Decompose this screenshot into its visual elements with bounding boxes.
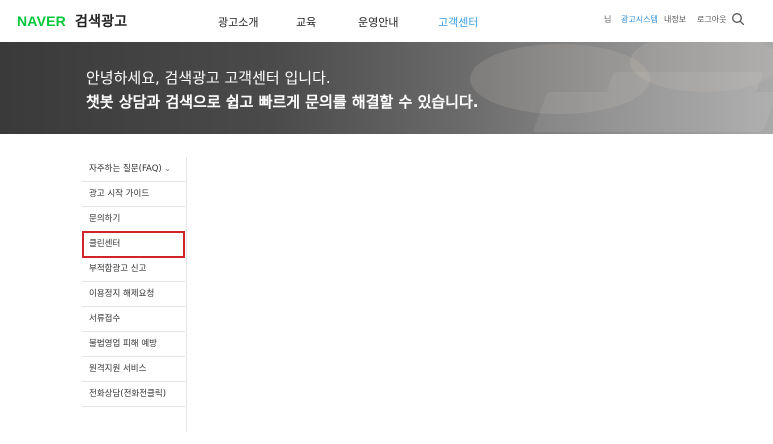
customer-center-sidebar: 자주하는 질문(FAQ) ⌄ 광고 시작 가이드 문의하기 클린센터 부적합광고…	[82, 157, 185, 407]
sidebar-item-label: 문의하기	[89, 214, 121, 224]
sidebar-item-label: 원격지원 서비스	[89, 364, 147, 374]
chevron-down-icon[interactable]: ⌄	[164, 157, 171, 181]
sidebar-item-document-submission[interactable]: 서류접수	[82, 307, 185, 332]
hero-banner: 안녕하세요, 검색광고 고객센터 입니다. 챗봇 상담과 검색으로 쉽고 빠르게…	[0, 42, 773, 134]
sidebar-item-clean-center[interactable]: 클린센터	[82, 232, 185, 257]
sidebar-item-label: 불법영업 피해 예방	[89, 339, 157, 349]
top-header: NAVER 검색광고 광고소개 교육 운영안내 고객센터 님 광고시스템 내정보…	[0, 0, 773, 42]
my-info-link[interactable]: 내정보	[664, 14, 686, 25]
sidebar-item-label: 자주하는 질문(FAQ)	[89, 164, 162, 174]
sidebar-item-report-improper-ad[interactable]: 부적합광고 신고	[82, 257, 185, 282]
sidebar-item-phone-consultation[interactable]: 전화상담(전화전클릭)	[82, 382, 185, 407]
logout-link[interactable]: 로그아웃	[697, 14, 726, 25]
hero-headline: 챗봇 상담과 검색으로 쉽고 빠르게 문의를 해결할 수 있습니다.	[86, 93, 479, 111]
user-suffix: 님	[604, 15, 612, 24]
sidebar-item-label: 이용정지 해제요청	[89, 289, 155, 299]
sidebar-item-suspension-release[interactable]: 이용정지 해제요청	[82, 282, 185, 307]
ad-system-link[interactable]: 광고시스템	[621, 14, 658, 25]
sidebar-item-ad-start-guide[interactable]: 광고 시작 가이드	[82, 182, 185, 207]
search-icon[interactable]	[731, 12, 745, 26]
sidebar-item-label: 부적합광고 신고	[89, 264, 147, 274]
sidebar-item-illegal-sales-prevention[interactable]: 불법영업 피해 예방	[82, 332, 185, 357]
sidebar-item-label: 전화상담(전화전클릭)	[89, 389, 167, 399]
hand-decoration	[470, 44, 650, 114]
sidebar-item-faq[interactable]: 자주하는 질문(FAQ) ⌄	[82, 157, 185, 182]
utility-links: 님 광고시스템 내정보 로그아웃	[0, 12, 773, 30]
sidebar-item-inquiry[interactable]: 문의하기	[82, 207, 185, 232]
sidebar-item-remote-support[interactable]: 원격지원 서비스	[82, 357, 185, 382]
hero-greeting: 안녕하세요, 검색광고 고객센터 입니다.	[86, 69, 331, 87]
sidebar-item-label: 서류접수	[89, 314, 121, 324]
sidebar-item-label: 광고 시작 가이드	[89, 189, 150, 199]
sidebar-item-label: 클린센터	[89, 239, 121, 249]
content-divider	[186, 157, 187, 432]
